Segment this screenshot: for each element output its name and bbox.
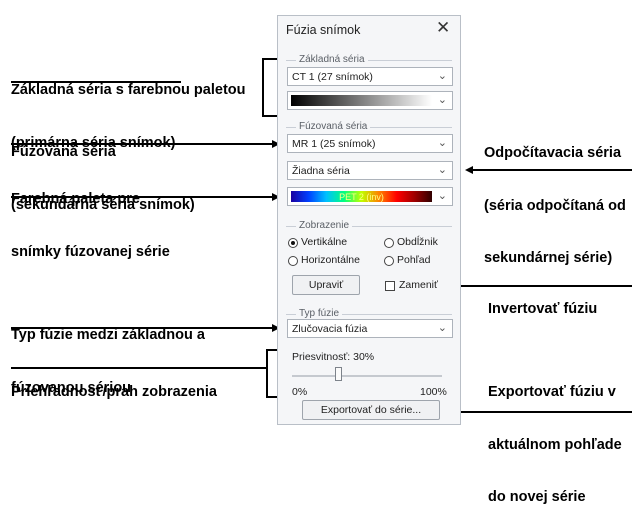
subtract-series-select[interactable]: Žiadna séria ⌄ bbox=[287, 161, 453, 180]
annotation-export: Exportovať fúziu v aktuálnom pohľade do … bbox=[488, 349, 622, 524]
annotation-subtract-line3: sekundárnej série) bbox=[484, 250, 613, 266]
annotation-export-line1: Exportovať fúziu v bbox=[488, 384, 616, 400]
fused-series-select[interactable]: MR 1 (25 snímok) ⌄ bbox=[287, 134, 453, 153]
leader-invert-line bbox=[444, 285, 632, 287]
leader-subtract-arrowhead bbox=[465, 166, 473, 174]
radio-rectangle-label: Obdĺžnik bbox=[397, 236, 438, 248]
fused-palette-select[interactable]: PET 2 (inv) ⌄ bbox=[287, 187, 453, 206]
subtract-series-value: Žiadna séria bbox=[292, 165, 350, 177]
radio-horizontal[interactable] bbox=[288, 256, 298, 266]
leader-export-line bbox=[444, 411, 632, 413]
fusion-type-select[interactable]: Zlučovacia fúzia ⌄ bbox=[287, 319, 453, 338]
display-group-label: Zobrazenie bbox=[296, 220, 353, 231]
radio-view[interactable] bbox=[384, 256, 394, 266]
base-series-value: CT 1 (27 snímok) bbox=[292, 71, 373, 83]
slider-max-label: 100% bbox=[420, 386, 447, 398]
leader-opacity-underline bbox=[11, 367, 267, 369]
annotation-opacity: Priehľadnosť/prah zobrazenia bbox=[11, 349, 217, 419]
radio-horizontal-label: Horizontálne bbox=[301, 254, 360, 266]
chevron-down-icon: ⌄ bbox=[437, 164, 447, 176]
chevron-down-icon: ⌄ bbox=[437, 190, 447, 202]
edit-button[interactable]: Upraviť bbox=[292, 275, 360, 295]
leader-subtract-line bbox=[472, 169, 632, 171]
annotation-export-line3: do novej série bbox=[488, 489, 586, 505]
chevron-down-icon: ⌄ bbox=[437, 94, 447, 106]
chevron-down-icon: ⌄ bbox=[437, 137, 447, 149]
fusion-dialog: Fúzia snímok ✕ Základná séria CT 1 (27 s… bbox=[277, 15, 461, 425]
leader-fusion-type-line bbox=[11, 327, 273, 329]
annotation-base-series-line1: Základná séria s farebnou paletou bbox=[11, 82, 246, 98]
base-series-select[interactable]: CT 1 (27 snímok) ⌄ bbox=[287, 67, 453, 86]
leader-palette-line bbox=[11, 196, 273, 198]
transparency-label: Priesvitnosť: 30% bbox=[292, 351, 375, 363]
leader-fused-line bbox=[11, 143, 273, 145]
dialog-title: Fúzia snímok bbox=[286, 23, 361, 37]
fused-series-value: MR 1 (25 snímok) bbox=[292, 138, 376, 150]
base-palette-select[interactable]: ⌄ bbox=[287, 91, 453, 110]
fusion-type-value: Zlučovacia fúzia bbox=[292, 323, 368, 335]
radio-vertical[interactable] bbox=[288, 238, 298, 248]
annotation-subtract-line2: (séria odpočítaná od bbox=[484, 197, 626, 214]
leader-base-underline bbox=[11, 81, 181, 83]
annotation-palette-line1: Farebná paleta pre bbox=[11, 191, 140, 207]
leader-opacity-vertical bbox=[266, 349, 268, 397]
annotation-invert-line1: Invertovať fúziu bbox=[488, 301, 598, 317]
annotation-subtract-line1: Odpočítavacia séria bbox=[484, 145, 622, 161]
annotation-palette: Farebná paleta pre snímky fúzovanej séri… bbox=[11, 156, 170, 279]
radio-rectangle[interactable] bbox=[384, 238, 394, 248]
close-icon[interactable]: ✕ bbox=[436, 18, 450, 38]
transparency-slider-track[interactable] bbox=[292, 375, 442, 377]
pet-palette-swatch: PET 2 (inv) bbox=[291, 191, 432, 202]
chevron-down-icon: ⌄ bbox=[437, 322, 447, 334]
export-button[interactable]: Exportovať do série... bbox=[302, 400, 440, 420]
transparency-slider-thumb[interactable] bbox=[334, 367, 342, 381]
fused-group-label: Fúzovaná séria bbox=[296, 121, 371, 132]
chevron-down-icon: ⌄ bbox=[437, 70, 447, 82]
base-group-label: Základná séria bbox=[296, 54, 368, 65]
palette-label: PET 2 (inv) bbox=[339, 192, 384, 202]
grayscale-palette-swatch bbox=[291, 95, 432, 106]
annotation-export-line2: aktuálnom pohľade bbox=[488, 436, 622, 453]
radio-view-label: Pohľad bbox=[397, 254, 431, 266]
slider-min-label: 0% bbox=[292, 386, 308, 398]
fusion-type-group-label: Typ fúzie bbox=[296, 308, 343, 319]
annotation-palette-line2: snímky fúzovanej série bbox=[11, 243, 170, 260]
annotation-fusion-type-line1: Typ fúzie medzi základnou a bbox=[11, 327, 205, 343]
replace-checkbox[interactable] bbox=[385, 281, 395, 291]
replace-checkbox-label: Zameniť bbox=[399, 279, 438, 291]
radio-vertical-label: Vertikálne bbox=[301, 236, 348, 248]
annotation-invert: Invertovať fúziu bbox=[488, 266, 597, 336]
annotation-opacity-line1: Priehľadnosť/prah zobrazenia bbox=[11, 384, 217, 400]
leader-base-vertical bbox=[262, 58, 264, 116]
annotation-subtract-series: Odpočítavacia séria (séria odpočítaná od… bbox=[484, 110, 626, 285]
